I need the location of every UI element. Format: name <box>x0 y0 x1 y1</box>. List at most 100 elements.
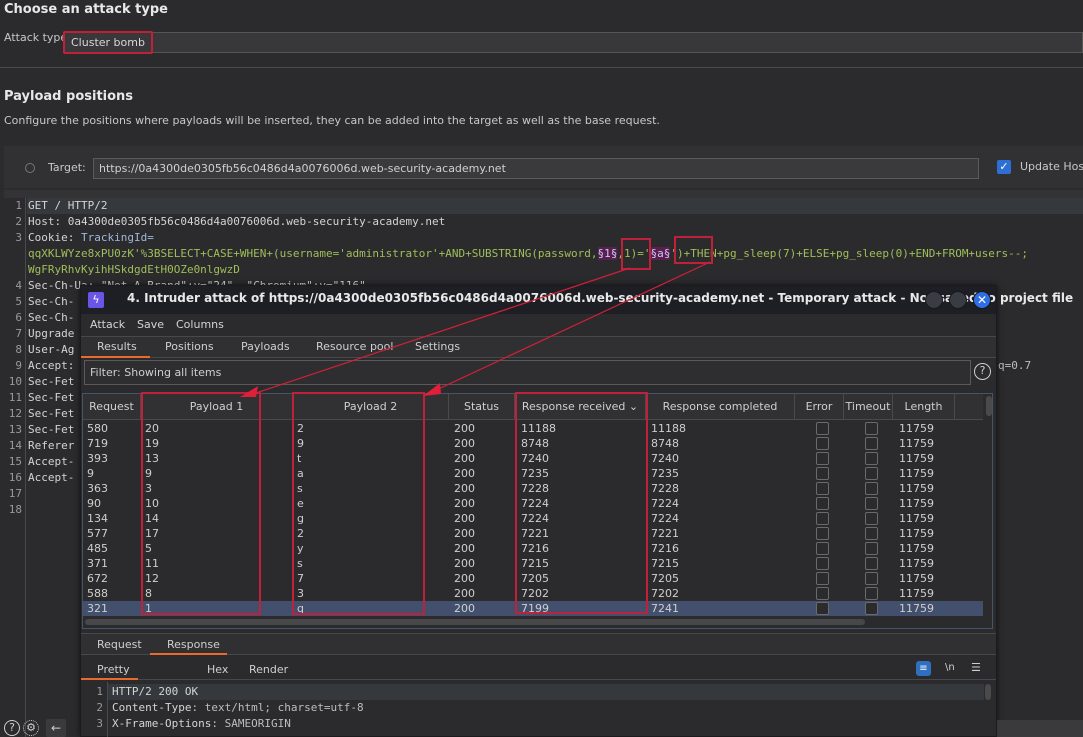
cell-length: 11759 <box>899 482 934 495</box>
cell-request: 485 <box>87 542 108 555</box>
cell-status: 200 <box>454 422 475 435</box>
tab-settings[interactable]: Settings <box>415 340 460 353</box>
cell-length: 11759 <box>899 512 934 525</box>
cell-completed: 8748 <box>651 437 679 450</box>
cell-request: 134 <box>87 512 108 525</box>
marker-2-highlight-box <box>674 236 713 264</box>
line-number: 2 <box>15 215 22 228</box>
menu-attack[interactable]: Attack <box>90 318 125 331</box>
cell-status: 200 <box>454 572 475 585</box>
settings-gear-icon[interactable]: ⚙ <box>23 720 39 736</box>
tab-positions[interactable]: Positions <box>165 340 214 353</box>
error-checkbox <box>816 422 829 435</box>
line-number: 2 <box>96 701 103 714</box>
header-value: : SAMEORIGIN <box>211 717 291 730</box>
help-icon[interactable]: ? <box>974 363 991 380</box>
line-number: 1 <box>96 685 103 698</box>
cookie-value-post: ')+THEN+pg_sleep(7)+ELSE+pg_sleep(0)+END… <box>670 247 1029 260</box>
cell-request: 393 <box>87 452 108 465</box>
cell-request: 363 <box>87 482 108 495</box>
request-line: Sec-Fet <box>28 375 75 388</box>
menu-columns[interactable]: Columns <box>176 318 224 331</box>
tab-pretty[interactable]: Pretty <box>97 663 130 676</box>
timeout-checkbox <box>865 542 878 555</box>
target-url-input[interactable]: https://0a4300de0305fb56c0486d4a0076006d… <box>93 158 979 179</box>
table-horizontal-scrollbar[interactable] <box>85 619 865 625</box>
tab-payloads[interactable]: Payloads <box>241 340 290 353</box>
cookie-header: Cookie: <box>28 231 81 244</box>
error-checkbox <box>816 602 829 615</box>
payload-2-column-highlight <box>292 392 425 615</box>
tab-results[interactable]: Results <box>97 340 137 353</box>
request-line: Sec-Fet <box>28 407 75 420</box>
line-number: 10 <box>8 375 22 388</box>
response-scrollbar[interactable] <box>985 684 991 700</box>
line-number: 8 <box>15 343 22 356</box>
col-error[interactable]: Error <box>795 394 844 420</box>
cell-length: 11759 <box>899 437 934 450</box>
divider <box>0 67 1083 68</box>
cell-length: 11759 <box>899 422 934 435</box>
line-number: 3 <box>96 717 103 730</box>
cell-request: 719 <box>87 437 108 450</box>
cell-status: 200 <box>454 557 475 570</box>
tab-render[interactable]: Render <box>249 663 288 676</box>
cookie-line: Cookie: TrackingId= <box>28 230 154 246</box>
payload-marker-1[interactable]: §1§ <box>597 247 618 260</box>
table-vertical-scrollbar[interactable] <box>986 396 992 416</box>
show-newlines-button[interactable]: \n <box>945 662 955 673</box>
cell-completed: 7241 <box>651 602 679 615</box>
maximize-button[interactable] <box>949 291 967 309</box>
cell-length: 11759 <box>899 587 934 600</box>
col-response-completed[interactable]: Response completed <box>646 394 795 420</box>
timeout-checkbox <box>865 437 878 450</box>
cell-request: 371 <box>87 557 108 570</box>
timeout-checkbox <box>865 587 878 600</box>
cookie-value-tail: WgFRyRhvKyihHSkdgdEtH0OZe0nlgwzD <box>28 263 240 276</box>
menu-save[interactable]: Save <box>137 318 164 331</box>
response-gutter <box>107 682 108 737</box>
payload-marker-2[interactable]: §a§ <box>650 247 671 260</box>
line-number: 14 <box>8 439 22 452</box>
cell-completed: 7240 <box>651 452 679 465</box>
request-line: GET / HTTP/2 <box>28 199 108 212</box>
word-wrap-icon[interactable]: ≡ <box>916 661 931 676</box>
tab-resource-pool[interactable]: Resource pool <box>316 340 393 353</box>
col-length[interactable]: Length <box>893 394 955 420</box>
update-host-checkbox[interactable]: ✓ <box>997 160 1011 174</box>
timeout-checkbox <box>865 512 878 525</box>
attack-type-select[interactable] <box>63 32 1083 53</box>
tab-hex[interactable]: Hex <box>207 663 228 676</box>
hamburger-menu-icon[interactable]: ☰ <box>971 661 981 674</box>
response-editor[interactable]: 1 HTTP/2 200 OK 2 Content-Type: text/htm… <box>81 682 996 737</box>
attack-type-value[interactable]: Cluster bomb <box>63 31 153 54</box>
line-number: 5 <box>15 295 22 308</box>
filter-bar[interactable]: Filter: Showing all items <box>84 360 971 385</box>
minimize-button[interactable] <box>925 291 943 309</box>
cell-length: 11759 <box>899 572 934 585</box>
request-line: User-Ag <box>28 343 75 356</box>
line-number: 9 <box>15 359 22 372</box>
tab-response[interactable]: Response <box>167 638 220 651</box>
active-view-tab-indicator <box>81 678 138 680</box>
col-status[interactable]: Status <box>449 394 515 420</box>
tab-request[interactable]: Request <box>97 638 142 651</box>
request-line: Accept- <box>28 455 75 468</box>
close-button[interactable]: ✕ <box>973 291 991 309</box>
window-titlebar[interactable]: ϟ 4. Intruder attack of https://0a4300de… <box>81 286 1073 314</box>
cell-status: 200 <box>454 587 475 600</box>
request-line: Upgrade <box>28 327 75 340</box>
cell-completed: 7202 <box>651 587 679 600</box>
help-icon[interactable]: ? <box>4 720 20 736</box>
col-timeout[interactable]: Timeout <box>844 394 893 420</box>
target-crosshair-icon <box>25 163 35 173</box>
cell-length: 11759 <box>899 497 934 510</box>
response-line: HTTP/2 200 OK <box>112 685 199 698</box>
cell-completed: 7228 <box>651 482 679 495</box>
col-request[interactable]: Request <box>83 394 141 420</box>
cell-status: 200 <box>454 527 475 540</box>
request-line: Sec-Fet <box>28 423 75 436</box>
cell-completed: 7224 <box>651 497 679 510</box>
back-arrow-icon[interactable]: ← <box>46 719 66 737</box>
line-number: 12 <box>8 407 22 420</box>
